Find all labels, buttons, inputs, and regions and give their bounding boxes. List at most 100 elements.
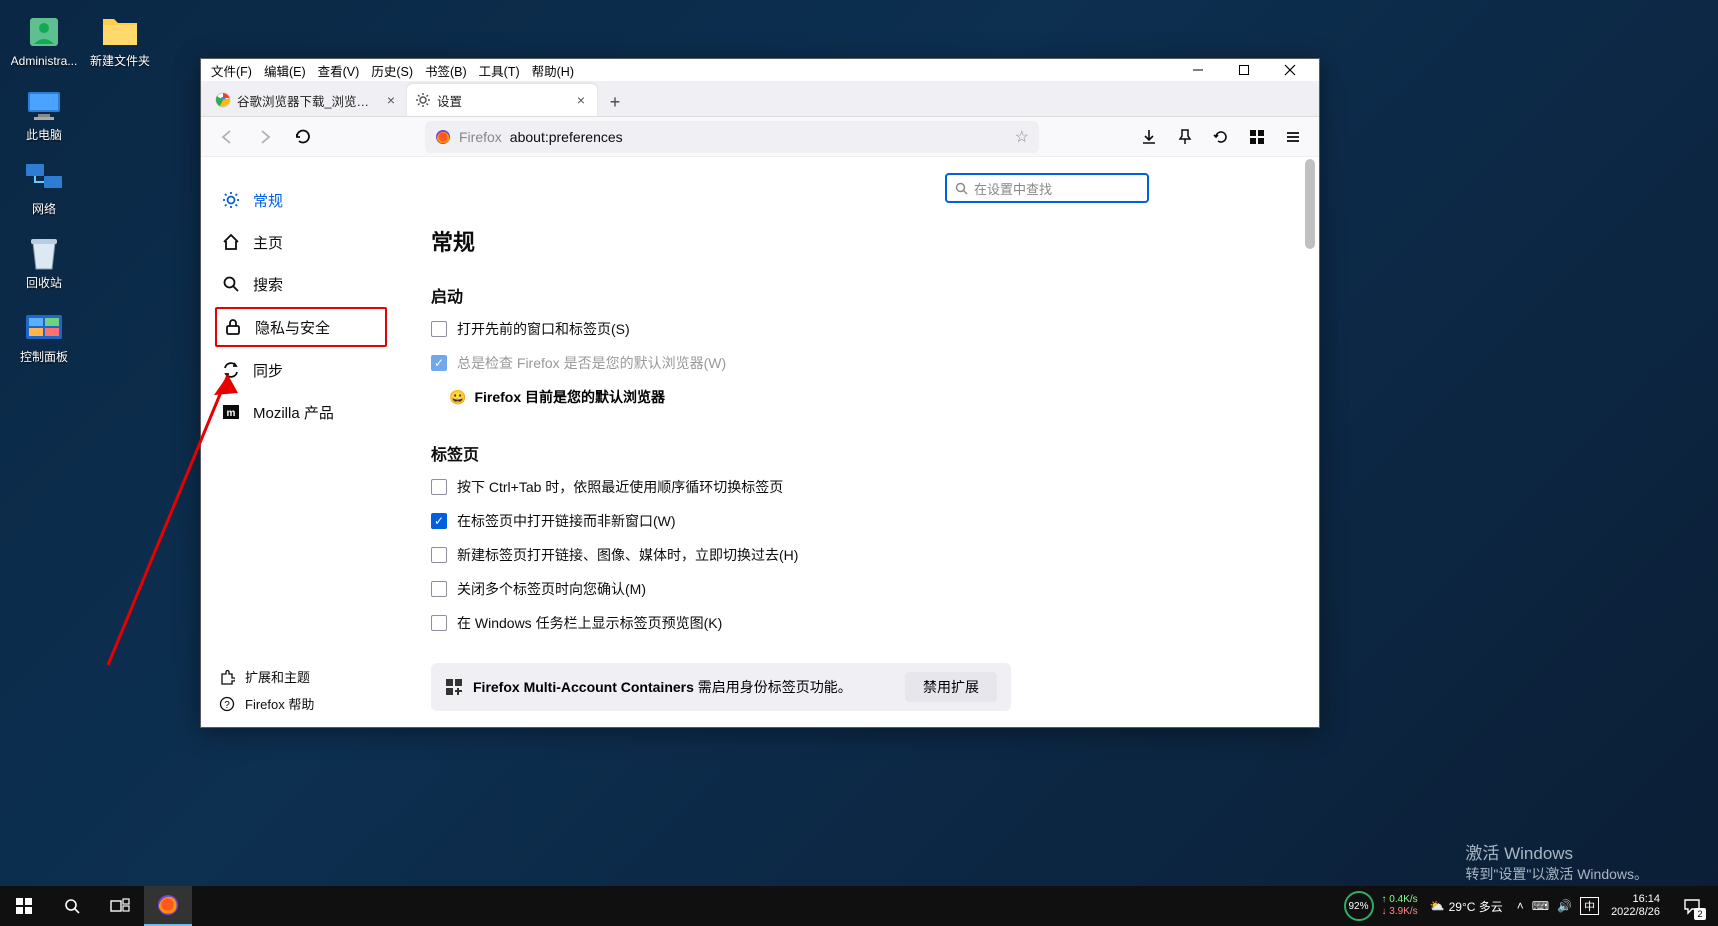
menu-help[interactable]: 帮助(H) (528, 61, 578, 80)
url-brand: Firefox (459, 129, 502, 145)
controlpanel-icon (24, 308, 64, 348)
desktop-icon-label: 此电脑 (26, 128, 62, 142)
action-center-button[interactable]: 2 (1672, 886, 1712, 926)
checkbox-row-switch-immediate: 新建标签页打开链接、图像、媒体时，立即切换过去(H) (431, 545, 1289, 565)
desktop-icon-administrator[interactable]: Administra... (8, 12, 80, 68)
toolbar: Firefox about:preferences ☆ (201, 117, 1319, 157)
svg-text:?: ? (224, 700, 230, 711)
sidebar-item-home[interactable]: 主页 (201, 221, 401, 263)
smile-icon: 😀 (449, 389, 466, 406)
menu-bookmarks[interactable]: 书签(B) (421, 61, 471, 80)
tab-chrome-download[interactable]: 谷歌浏览器下载_浏览器官网入口 × (207, 84, 407, 116)
person-icon (24, 12, 64, 52)
network-speed: ↑ 0.4K/s ↓ 3.9K/s (1382, 894, 1418, 918)
desktop-icon-network[interactable]: 网络 (8, 160, 80, 216)
sidebar-item-help[interactable]: ? Firefox 帮助 (219, 694, 383, 713)
taskbar-clock[interactable]: 16:14 2022/8/26 (1611, 893, 1660, 919)
minimize-button[interactable] (1175, 59, 1221, 81)
taskbar-firefox[interactable] (144, 886, 192, 926)
system-tray: ˄ ⌨ 🔊 中 (1517, 897, 1599, 915)
checkbox-open-links-tab[interactable] (431, 513, 447, 529)
preferences-search-input[interactable]: 在设置中查找 (945, 173, 1149, 203)
checkbox-default-browser[interactable] (431, 355, 447, 371)
checkbox-taskbar-preview[interactable] (431, 615, 447, 631)
tray-keyboard-icon[interactable]: ⌨ (1532, 899, 1549, 913)
menu-tools[interactable]: 工具(T) (475, 61, 524, 80)
scrollbar-thumb[interactable] (1305, 159, 1315, 249)
tab-label: 谷歌浏览器下载_浏览器官网入口 (237, 91, 377, 110)
checkbox-label: 打开先前的窗口和标签页(S) (457, 319, 630, 339)
menu-file[interactable]: 文件(F) (207, 61, 256, 80)
sidebar-item-label: 主页 (253, 232, 283, 253)
extension-text: Firefox Multi-Account Containers 需启用身份标签… (473, 677, 852, 697)
section-startup-title: 启动 (431, 283, 1289, 307)
mozilla-icon: m (221, 402, 241, 422)
desktop-icons-column: Administra... 此电脑 网络 回收站 控制面板 (8, 12, 80, 364)
monitor-icon (24, 86, 64, 126)
desktop-icon-controlpanel[interactable]: 控制面板 (8, 308, 80, 364)
search-icon (221, 274, 241, 294)
sidebar-item-mozilla[interactable]: m Mozilla 产品 (201, 391, 401, 433)
checkbox-restore-session[interactable] (431, 321, 447, 337)
checkbox-label: 在 Windows 任务栏上显示标签页预览图(K) (457, 613, 722, 633)
page-title: 常规 (431, 225, 1289, 257)
checkbox-warn-close[interactable] (431, 581, 447, 597)
scrollbar[interactable] (1303, 157, 1317, 727)
taskbar-weather[interactable]: ⛅ 29°C 多云 (1430, 898, 1503, 915)
desktop-icon-newfolder[interactable]: 新建文件夹 (84, 12, 156, 68)
new-tab-button[interactable]: + (601, 88, 629, 116)
bookmark-star-icon[interactable]: ☆ (1015, 127, 1029, 147)
tray-chevron-icon[interactable]: ˄ (1517, 899, 1524, 913)
cpu-meter[interactable]: 92% (1344, 891, 1374, 921)
firefox-window: 文件(F) 编辑(E) 查看(V) 历史(S) 书签(B) 工具(T) 帮助(H… (200, 58, 1320, 728)
sidebar-item-general[interactable]: 常规 (201, 179, 401, 221)
start-button[interactable] (0, 886, 48, 926)
section-tabs-title: 标签页 (431, 441, 1289, 465)
tab-settings[interactable]: 设置 × (407, 84, 597, 116)
status-text: Firefox 目前是您的默认浏览器 (474, 387, 665, 407)
undo-close-tab-icon[interactable] (1205, 121, 1237, 153)
tray-volume-icon[interactable]: 🔊 (1557, 899, 1572, 913)
disable-extension-button[interactable]: 禁用扩展 (905, 672, 997, 702)
checkbox-ctrltab[interactable] (431, 479, 447, 495)
maximize-button[interactable] (1221, 59, 1267, 81)
tab-close-icon[interactable]: × (573, 92, 589, 108)
chrome-icon (215, 92, 231, 108)
taskbar-search-button[interactable] (48, 886, 96, 926)
menu-history[interactable]: 历史(S) (367, 61, 417, 80)
sidebar-item-sync[interactable]: 同步 (201, 349, 401, 391)
net-down: ↓ 3.9K/s (1382, 906, 1418, 918)
menubar: 文件(F) 编辑(E) 查看(V) 历史(S) 书签(B) 工具(T) 帮助(H… (201, 59, 1319, 81)
account-icon[interactable] (1241, 121, 1273, 153)
reload-button[interactable] (287, 121, 319, 153)
desktop-icon-label: 控制面板 (20, 350, 68, 364)
sidebar-item-label: 搜索 (253, 274, 283, 295)
downloads-button[interactable] (1133, 121, 1165, 153)
app-menu-button[interactable] (1277, 121, 1309, 153)
url-bar[interactable]: Firefox about:preferences ☆ (425, 121, 1039, 153)
sidebar-item-label: Mozilla 产品 (253, 402, 334, 423)
sidebar-item-search[interactable]: 搜索 (201, 263, 401, 305)
watermark-line2: 转到"设置"以激活 Windows。 (1465, 864, 1648, 884)
menu-edit[interactable]: 编辑(E) (260, 61, 310, 80)
sidebar-item-extensions[interactable]: 扩展和主题 (219, 667, 383, 686)
desktop-icon-recyclebin[interactable]: 回收站 (8, 234, 80, 290)
checkbox-label: 关闭多个标签页时向您确认(M) (457, 579, 646, 599)
back-button[interactable] (211, 121, 243, 153)
menu-view[interactable]: 查看(V) (314, 61, 364, 80)
close-button[interactable] (1267, 59, 1313, 81)
desktop-icon-label: 新建文件夹 (90, 54, 150, 68)
forward-button[interactable] (249, 121, 281, 153)
tab-close-icon[interactable]: × (383, 92, 399, 108)
task-view-button[interactable] (96, 886, 144, 926)
checkbox-switch-immediate[interactable] (431, 547, 447, 563)
home-icon (221, 232, 241, 252)
ime-indicator[interactable]: 中 (1580, 897, 1599, 915)
desktop-icon-thispc[interactable]: 此电脑 (8, 86, 80, 142)
container-ext-icon (445, 678, 463, 696)
network-icon (24, 160, 64, 200)
sidebar-item-privacy[interactable]: 隐私与安全 (215, 307, 387, 347)
extension-pin-icon[interactable] (1169, 121, 1201, 153)
checkbox-label: 总是检查 Firefox 是否是您的默认浏览器(W) (457, 353, 726, 373)
checkbox-label: 新建标签页打开链接、图像、媒体时，立即切换过去(H) (457, 545, 798, 565)
